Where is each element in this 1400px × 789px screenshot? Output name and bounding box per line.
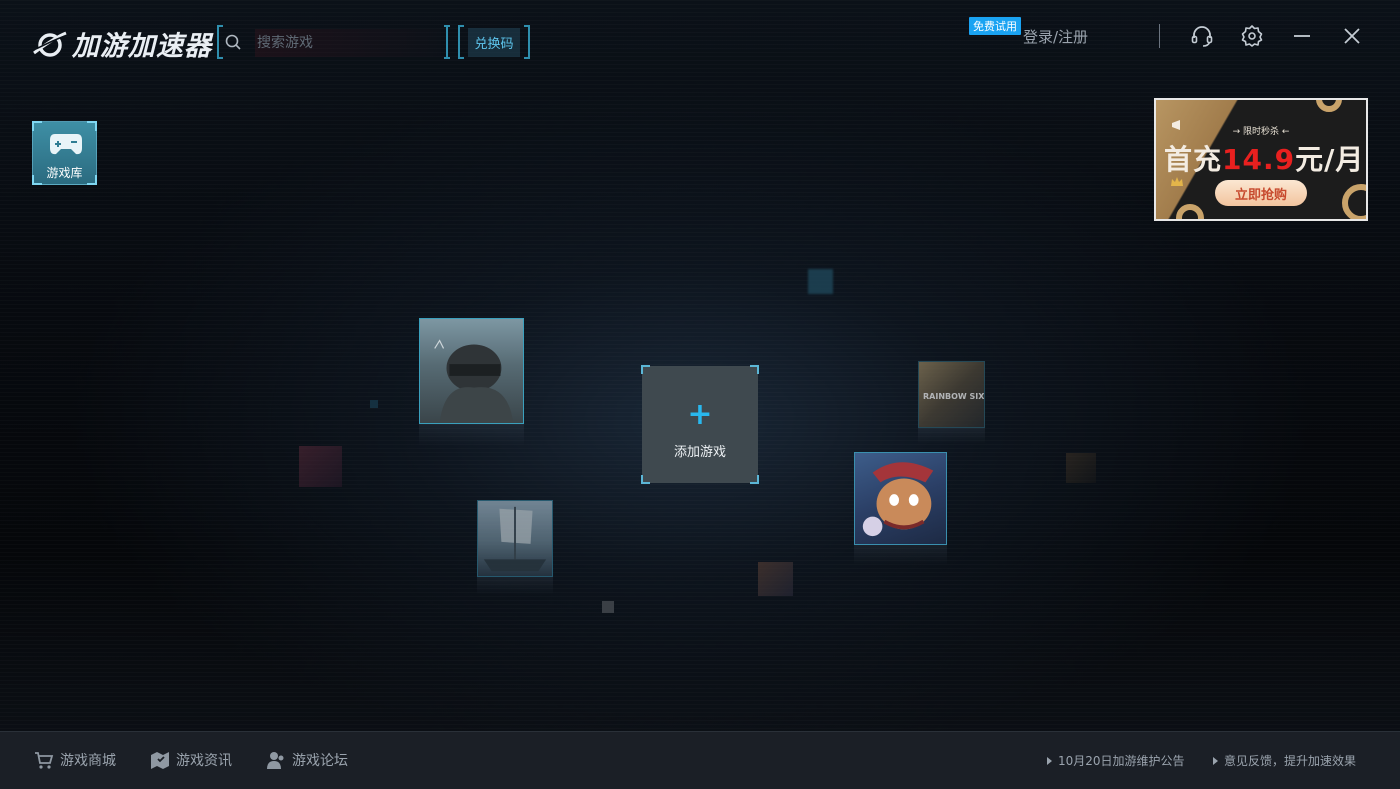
game-library-label: 游戏库 — [46, 166, 83, 180]
deco-square — [602, 601, 614, 613]
app-logo: 加游加速器 — [32, 24, 212, 63]
footer-nav-news[interactable]: 游戏资讯 — [150, 750, 232, 770]
add-game-label: 添加游戏 — [673, 445, 726, 460]
footer-nav-label: 游戏资讯 — [176, 753, 232, 769]
minimize-icon[interactable] — [1290, 24, 1314, 48]
news-map-icon — [151, 752, 169, 769]
cart-icon — [35, 752, 54, 769]
footer-nav-label: 游戏商城 — [60, 753, 116, 769]
deco-square — [808, 269, 833, 294]
blurred-game-tile[interactable] — [299, 446, 342, 487]
rainbow-six-siege-game-tile[interactable]: RAINBOW SIX SIEGE — [918, 361, 985, 428]
redeem-code-button[interactable]: 兑换码 — [458, 25, 530, 59]
plus-icon: + — [687, 397, 713, 432]
login-register-link[interactable]: 登录/注册 — [1023, 26, 1088, 47]
gamepad-icon — [50, 134, 82, 155]
headset-support-icon[interactable] — [1190, 24, 1214, 48]
redeem-code-label: 兑换码 — [468, 27, 520, 57]
triangle-bullet-icon — [1047, 756, 1052, 765]
footer-nav-label: 游戏论坛 — [292, 753, 348, 769]
feedback-link[interactable]: 意见反馈，提升加速效果 — [1213, 752, 1356, 769]
promo-banner[interactable]: → 限时秒杀 ← 首充14.9元/月 立即抢购 — [1154, 98, 1368, 221]
buy-now-button[interactable]: 立即抢购 — [1215, 180, 1307, 206]
pirate-ship-art — [483, 506, 547, 572]
pubg-game-tile[interactable] — [419, 318, 524, 424]
settings-gear-icon[interactable] — [1240, 24, 1264, 48]
soldier-helmet-art — [434, 339, 514, 423]
close-icon[interactable] — [1340, 24, 1364, 48]
footer-nav-store[interactable]: 游戏商城 — [34, 750, 116, 770]
maintenance-notice-link[interactable]: 10月20日加游维护公告 — [1047, 752, 1185, 769]
blurred-game-tile[interactable] — [758, 562, 793, 596]
footer-nav-forum[interactable]: 游戏论坛 — [266, 750, 348, 770]
promo-headline: 首充14.9元/月 — [1164, 143, 1365, 176]
header-divider — [1159, 24, 1160, 48]
planet-logo-icon — [33, 31, 67, 57]
app-logo-text: 加游加速器 — [72, 31, 212, 62]
cartoon-hero-art — [862, 462, 934, 537]
search-box[interactable] — [217, 25, 450, 59]
blurred-game-tile[interactable] — [1066, 453, 1096, 483]
triangle-bullet-icon — [1213, 756, 1218, 765]
forum-users-icon — [267, 752, 284, 769]
game-library-button[interactable]: 游戏库 — [32, 121, 97, 185]
pirate-ship-game-tile[interactable] — [477, 500, 553, 577]
deco-square — [370, 400, 378, 408]
search-input[interactable] — [255, 29, 441, 57]
add-game-button[interactable]: + 添加游戏 — [641, 365, 759, 484]
hero-cartoon-game-tile[interactable] — [854, 452, 947, 545]
search-icon[interactable] — [225, 34, 241, 50]
footer-bar: 游戏商城 游戏资讯 游戏论坛 10月20日加游维护公告 意见反馈，提升加速效果 — [0, 731, 1400, 789]
promo-tagline: → 限时秒杀 ← — [1232, 127, 1290, 137]
free-trial-badge[interactable]: 免费试用 — [969, 17, 1021, 35]
